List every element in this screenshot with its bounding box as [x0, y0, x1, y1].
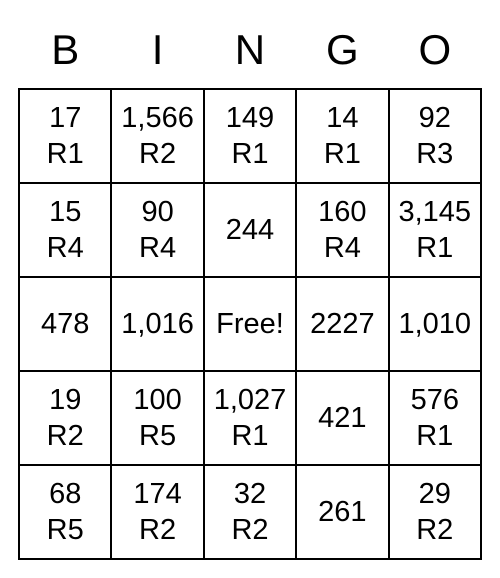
- bingo-cell[interactable]: 1,566R2: [111, 89, 203, 183]
- cell-value: 1,016: [112, 306, 202, 342]
- cell-value: 100: [112, 382, 202, 418]
- bingo-cell[interactable]: 1,016: [111, 277, 203, 371]
- bingo-cell[interactable]: 17R1: [19, 89, 111, 183]
- cell-value: 32: [205, 476, 295, 512]
- cell-value: 14: [297, 100, 387, 136]
- grid-row: 17R11,566R2149R114R192R3: [19, 89, 481, 183]
- bingo-cell[interactable]: 1,027R1: [204, 371, 296, 465]
- cell-sub: R2: [390, 512, 480, 548]
- header-o: O: [389, 18, 481, 89]
- cell-value: 421: [297, 400, 387, 436]
- cell-sub: R1: [390, 418, 480, 454]
- cell-value: 15: [20, 194, 110, 230]
- bingo-cell[interactable]: 3,145R1: [389, 183, 481, 277]
- cell-sub: R1: [297, 136, 387, 172]
- cell-sub: R4: [20, 230, 110, 266]
- cell-sub: R3: [390, 136, 480, 172]
- bingo-cell[interactable]: 32R2: [204, 465, 296, 559]
- cell-sub: R4: [297, 230, 387, 266]
- bingo-cell[interactable]: 100R5: [111, 371, 203, 465]
- cell-value: 160: [297, 194, 387, 230]
- cell-value: 576: [390, 382, 480, 418]
- cell-sub: R1: [205, 418, 295, 454]
- header-b: B: [19, 18, 111, 89]
- bingo-cell[interactable]: 149R1: [204, 89, 296, 183]
- cell-value: 29: [390, 476, 480, 512]
- grid-row: 68R5174R232R226129R2: [19, 465, 481, 559]
- cell-sub: R1: [205, 136, 295, 172]
- bingo-cell[interactable]: 1,010: [389, 277, 481, 371]
- header-g: G: [296, 18, 388, 89]
- cell-sub: R2: [20, 418, 110, 454]
- free-label: Free!: [216, 308, 284, 340]
- bingo-cell[interactable]: 160R4: [296, 183, 388, 277]
- cell-value: 244: [205, 212, 295, 248]
- bingo-cell[interactable]: 421: [296, 371, 388, 465]
- cell-value: 3,145: [390, 194, 480, 230]
- bingo-cell[interactable]: 14R1: [296, 89, 388, 183]
- cell-value: 174: [112, 476, 202, 512]
- cell-sub: R2: [205, 512, 295, 548]
- bingo-cell[interactable]: 174R2: [111, 465, 203, 559]
- header-i: I: [111, 18, 203, 89]
- cell-value: 92: [390, 100, 480, 136]
- cell-value: 2227: [297, 306, 387, 342]
- bingo-cell[interactable]: 90R4: [111, 183, 203, 277]
- bingo-cell[interactable]: 29R2: [389, 465, 481, 559]
- bingo-grid: 17R11,566R2149R114R192R315R490R4244160R4…: [19, 89, 481, 559]
- bingo-cell[interactable]: 68R5: [19, 465, 111, 559]
- cell-value: 19: [20, 382, 110, 418]
- cell-sub: R1: [390, 230, 480, 266]
- cell-value: 1,010: [390, 306, 480, 342]
- grid-row: 4781,016 Free! 22271,010: [19, 277, 481, 371]
- grid-row: 19R2100R51,027R1421576R1: [19, 371, 481, 465]
- cell-value: 478: [20, 306, 110, 342]
- bingo-cell[interactable]: 92R3: [389, 89, 481, 183]
- cell-value: 149: [205, 100, 295, 136]
- cell-sub: R2: [112, 136, 202, 172]
- bingo-card: B I N G O 17R11,566R2149R114R192R315R490…: [18, 18, 482, 560]
- header-n: N: [204, 18, 296, 89]
- cell-sub: R5: [112, 418, 202, 454]
- cell-sub: R4: [112, 230, 202, 266]
- bingo-cell[interactable]: 576R1: [389, 371, 481, 465]
- bingo-cell[interactable]: 478: [19, 277, 111, 371]
- cell-value: 261: [297, 494, 387, 530]
- cell-value: 1,027: [205, 382, 295, 418]
- cell-sub: R5: [20, 512, 110, 548]
- bingo-cell[interactable]: 2227: [296, 277, 388, 371]
- bingo-cell[interactable]: 261: [296, 465, 388, 559]
- bingo-cell[interactable]: 244: [204, 183, 296, 277]
- cell-sub: R1: [20, 136, 110, 172]
- bingo-cell[interactable]: 15R4: [19, 183, 111, 277]
- header-row: B I N G O: [19, 18, 481, 89]
- free-cell[interactable]: Free!: [204, 277, 296, 371]
- cell-value: 17: [20, 100, 110, 136]
- cell-value: 68: [20, 476, 110, 512]
- cell-sub: R2: [112, 512, 202, 548]
- cell-value: 1,566: [112, 100, 202, 136]
- bingo-cell[interactable]: 19R2: [19, 371, 111, 465]
- cell-value: 90: [112, 194, 202, 230]
- grid-row: 15R490R4244160R43,145R1: [19, 183, 481, 277]
